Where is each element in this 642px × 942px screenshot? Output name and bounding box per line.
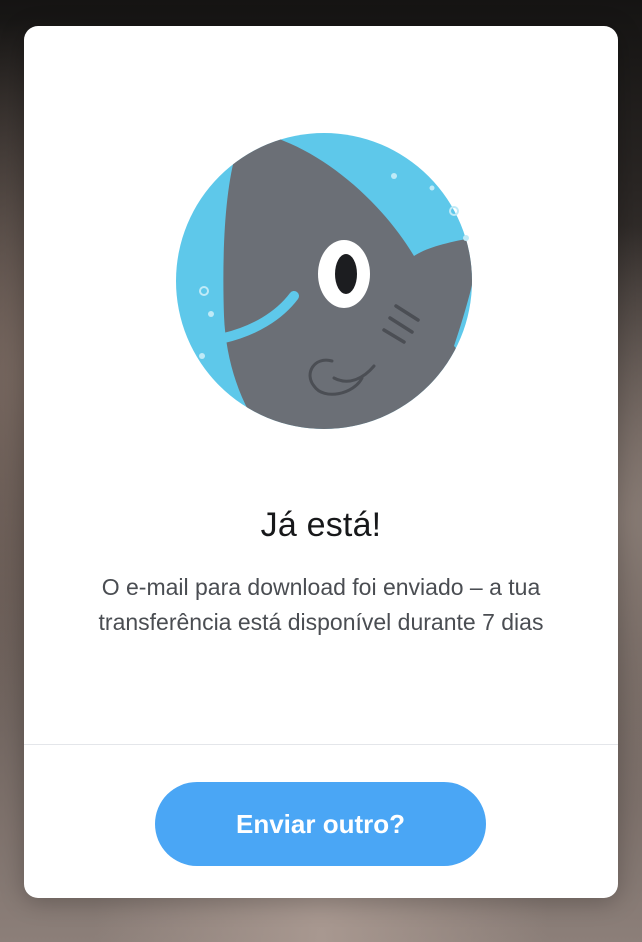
success-dialog: Já está! O e-mail para download foi envi… bbox=[24, 26, 618, 898]
dialog-title: Já está! bbox=[260, 506, 382, 544]
dialog-message: O e-mail para download foi enviado – a t… bbox=[98, 574, 544, 635]
divider bbox=[24, 744, 618, 745]
send-another-button[interactable]: Enviar outro? bbox=[155, 782, 486, 866]
shark-mascot-icon bbox=[176, 133, 472, 429]
